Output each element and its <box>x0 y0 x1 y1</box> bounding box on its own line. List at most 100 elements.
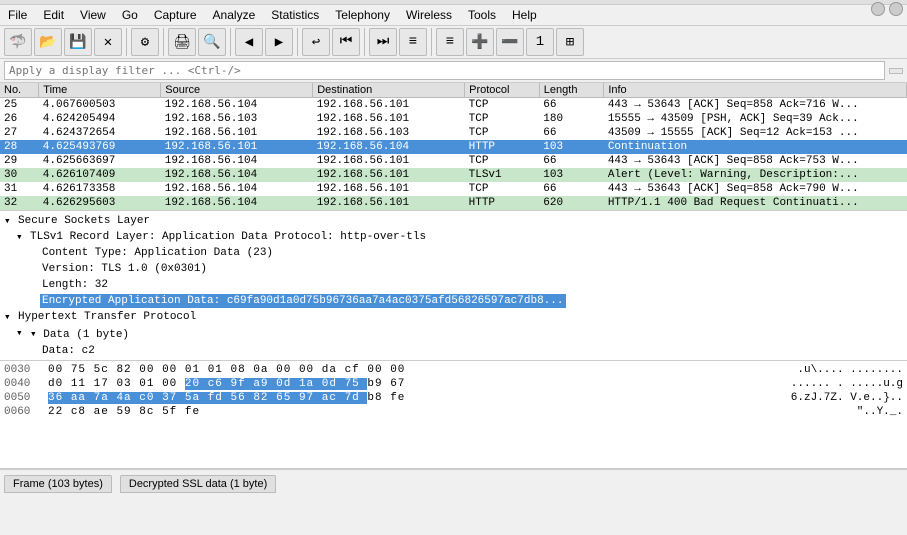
table-row[interactable]: 284.625493769192.168.56.101192.168.56.10… <box>0 140 907 154</box>
col-header-length[interactable]: Length <box>539 83 604 98</box>
detail-panel[interactable]: ▾Secure Sockets Layer▾TLSv1 Record Layer… <box>0 211 907 361</box>
cell-time: 4.625493769 <box>39 140 161 154</box>
hex-offset: 0040 <box>4 378 40 390</box>
cell-time: 4.626107409 <box>39 168 161 182</box>
reload-icon[interactable]: ⚙ <box>131 28 159 56</box>
find-icon[interactable]: 🔍 <box>198 28 226 56</box>
cell-time: 4.624205494 <box>39 112 161 126</box>
detail-section-tlsv1-record[interactable]: ▾TLSv1 Record Layer: Application Data Pr… <box>4 229 903 245</box>
menu-item-telephony[interactable]: Telephony <box>327 6 398 24</box>
menu-item-statistics[interactable]: Statistics <box>263 6 327 24</box>
menu-item-file[interactable]: File <box>0 6 35 24</box>
tree-toggle-http[interactable]: ▾ <box>4 310 16 324</box>
cell-length: 66 <box>539 154 604 168</box>
menu-item-edit[interactable]: Edit <box>35 6 72 24</box>
detail-section-data-node[interactable]: ▾▾ Data (1 byte) <box>4 325 903 343</box>
col-header-time[interactable]: Time <box>39 83 161 98</box>
zoom-in-icon[interactable]: ➕ <box>466 28 494 56</box>
col-header-destination[interactable]: Destination <box>313 83 465 98</box>
menu-item-wireless[interactable]: Wireless <box>398 6 460 24</box>
tree-toggle-tlsv1-record[interactable]: ▾ <box>16 230 28 244</box>
hex-row: 006022 c8 ae 59 8c 5f fe"..Y._. <box>4 405 903 419</box>
menu-item-capture[interactable]: Capture <box>146 6 205 24</box>
cell-info: HTTP/1.1 400 Bad Request Continuati... <box>604 196 907 210</box>
table-row[interactable]: 294.625663697192.168.56.104192.168.56.10… <box>0 154 907 168</box>
goto-icon[interactable]: ↩ <box>302 28 330 56</box>
cell-time: 4.626173358 <box>39 182 161 196</box>
table-row[interactable]: 254.067600503192.168.56.104192.168.56.10… <box>0 98 907 113</box>
tree-toggle-secure-sockets[interactable]: ▾ <box>4 214 16 228</box>
table-row[interactable]: 304.626107409192.168.56.104192.168.56.10… <box>0 168 907 182</box>
filter-input[interactable] <box>4 61 885 80</box>
table-body: 254.067600503192.168.56.104192.168.56.10… <box>0 98 907 211</box>
cell-time: 4.624372654 <box>39 126 161 140</box>
cell-info: 443 → 53643 [ACK] Seq=858 Ack=753 W... <box>604 154 907 168</box>
cell-destination: 192.168.56.101 <box>313 196 465 210</box>
table-row[interactable]: 324.626295603192.168.56.104192.168.56.10… <box>0 196 907 210</box>
forward-icon[interactable]: ▶ <box>265 28 293 56</box>
back-icon[interactable]: ◀ <box>235 28 263 56</box>
cell-source: 192.168.56.101 <box>161 126 313 140</box>
zoom-reset-icon[interactable]: 1 <box>526 28 554 56</box>
col-header-source[interactable]: Source <box>161 83 313 98</box>
status-tab-1[interactable]: Decrypted SSL data (1 byte) <box>120 475 276 493</box>
cell-no: 28 <box>0 140 39 154</box>
table-row[interactable]: 264.624205494192.168.56.103192.168.56.10… <box>0 112 907 126</box>
hex-row: 0040d0 11 17 03 01 00 20 c6 9f a9 0d 1a … <box>4 377 903 391</box>
hex-bytes: 00 75 5c 82 00 00 01 01 08 0a 00 00 da c… <box>48 364 789 376</box>
detail-value-data-val: Data: c2 <box>40 344 97 358</box>
toolbar-sep-11 <box>364 28 365 56</box>
cell-destination: 192.168.56.104 <box>313 140 465 154</box>
menu-item-go[interactable]: Go <box>114 6 146 24</box>
col-header-info[interactable]: Info <box>604 83 907 98</box>
print-icon[interactable]: 🖨 <box>168 28 196 56</box>
close-icon[interactable]: ✕ <box>94 28 122 56</box>
detail-value-length: Length: 32 <box>40 278 110 292</box>
detail-item-encrypted: Encrypted Application Data: c69fa90d1a0d… <box>4 293 903 309</box>
first-icon[interactable]: ⏮ <box>332 28 360 56</box>
cell-time: 4.067600503 <box>39 98 161 113</box>
packet-table: No.TimeSourceDestinationProtocolLengthIn… <box>0 83 907 210</box>
minimize-button[interactable] <box>871 2 885 16</box>
table-row[interactable]: 274.624372654192.168.56.101192.168.56.10… <box>0 126 907 140</box>
menu-item-help[interactable]: Help <box>504 6 545 24</box>
col-header-protocol[interactable]: Protocol <box>465 83 540 98</box>
cell-no: 27 <box>0 126 39 140</box>
col-header-no[interactable]: No. <box>0 83 39 98</box>
autoscroll-icon[interactable]: ≡ <box>399 28 427 56</box>
hex-panel[interactable]: 003000 75 5c 82 00 00 01 01 08 0a 00 00 … <box>0 361 907 469</box>
cell-no: 32 <box>0 196 39 210</box>
status-tab-0[interactable]: Frame (103 bytes) <box>4 475 112 493</box>
cell-length: 66 <box>539 98 604 113</box>
cell-no: 31 <box>0 182 39 196</box>
cell-destination: 192.168.56.101 <box>313 154 465 168</box>
detail-value-version: Version: TLS 1.0 (0x0301) <box>40 262 209 276</box>
shark-icon[interactable]: 🦈 <box>4 28 32 56</box>
open-icon[interactable]: 📂 <box>34 28 62 56</box>
cell-no: 26 <box>0 112 39 126</box>
toolbar-sep-9 <box>297 28 298 56</box>
close-button[interactable] <box>889 2 903 16</box>
table-row[interactable]: 314.626173358192.168.56.104192.168.56.10… <box>0 182 907 196</box>
cell-protocol: TLSv1 <box>465 168 540 182</box>
menu-item-analyze[interactable]: Analyze <box>205 6 264 24</box>
cell-info: 15555 → 43509 [PSH, ACK] Seq=39 Ack... <box>604 112 907 126</box>
layout-icon[interactable]: ⊞ <box>556 28 584 56</box>
hex-ascii: "..Y._. <box>857 406 903 418</box>
detail-section-secure-sockets[interactable]: ▾Secure Sockets Layer <box>4 213 903 229</box>
titlebar-controls <box>871 2 903 16</box>
packet-table-container[interactable]: No.TimeSourceDestinationProtocolLengthIn… <box>0 83 907 211</box>
save-icon[interactable]: 💾 <box>64 28 92 56</box>
toolbar-sep-4 <box>126 28 127 56</box>
zoom-out-icon[interactable]: ➖ <box>496 28 524 56</box>
menu-item-view[interactable]: View <box>72 6 114 24</box>
tree-toggle-data-node[interactable]: ▾ <box>16 326 28 340</box>
menubar: FileEditViewGoCaptureAnalyzeStatisticsTe… <box>0 5 907 26</box>
expression-button[interactable] <box>889 68 903 74</box>
cell-source: 192.168.56.104 <box>161 154 313 168</box>
last-icon[interactable]: ⏭ <box>369 28 397 56</box>
detail-section-http[interactable]: ▾Hypertext Transfer Protocol <box>4 309 903 325</box>
menu-item-tools[interactable]: Tools <box>460 6 504 24</box>
coloring-icon[interactable]: ≡ <box>436 28 464 56</box>
cell-no: 30 <box>0 168 39 182</box>
